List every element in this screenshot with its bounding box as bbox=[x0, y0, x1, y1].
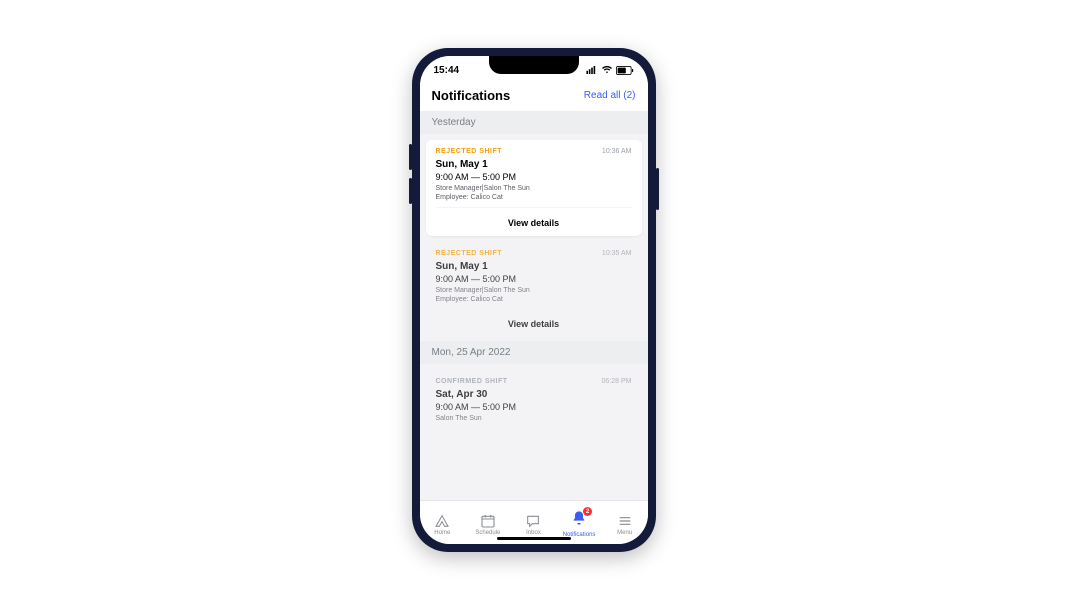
read-all-button[interactable]: Read all (2) bbox=[584, 90, 636, 101]
shift-date: Sun, May 1 bbox=[436, 159, 632, 170]
shift-employee: Employee: Calico Cat bbox=[436, 194, 632, 201]
shift-date: Sun, May 1 bbox=[436, 261, 632, 272]
status-time: 15:44 bbox=[434, 65, 460, 76]
notch bbox=[489, 56, 579, 74]
view-details-button[interactable]: View details bbox=[436, 309, 632, 337]
shift-employee: Employee: Calico Cat bbox=[436, 296, 632, 303]
tab-menu[interactable]: Menu bbox=[602, 513, 648, 536]
shift-role: Salon The Sun bbox=[436, 415, 632, 422]
shift-date: Sat, Apr 30 bbox=[436, 389, 632, 400]
tab-label: Inbox bbox=[526, 530, 541, 536]
shift-role: Store Manager|Salon The Sun bbox=[436, 185, 632, 192]
view-details-button[interactable]: View details bbox=[436, 207, 632, 236]
notification-card[interactable]: REJECTED SHIFT 10:36 AM Sun, May 1 9:00 … bbox=[426, 140, 642, 236]
tab-label: Home bbox=[434, 530, 450, 536]
chat-icon bbox=[524, 513, 542, 529]
home-icon bbox=[433, 513, 451, 529]
section-header: Yesterday bbox=[420, 111, 648, 134]
section-header: Mon, 25 Apr 2022 bbox=[420, 341, 648, 364]
home-indicator[interactable] bbox=[497, 537, 571, 540]
notification-card[interactable]: REJECTED SHIFT 10:35 AM Sun, May 1 9:00 … bbox=[426, 242, 642, 337]
wifi-icon bbox=[601, 66, 613, 74]
tab-schedule[interactable]: Schedule bbox=[465, 513, 511, 536]
notification-time: 06:28 PM bbox=[602, 378, 632, 385]
notification-card[interactable]: CONFIRMED SHIFT 06:28 PM Sat, Apr 30 9:0… bbox=[426, 370, 642, 422]
page-title: Notifications bbox=[432, 88, 511, 103]
cellular-icon bbox=[586, 66, 598, 74]
battery-icon bbox=[616, 66, 634, 75]
phone-screen: 15:44 Notifications Read all (2) Yesterd… bbox=[420, 56, 648, 544]
notification-time: 10:36 AM bbox=[602, 148, 632, 155]
tab-notifications[interactable]: 2 Notifications bbox=[556, 510, 602, 538]
menu-icon bbox=[616, 513, 634, 529]
notifications-list: Yesterday REJECTED SHIFT 10:36 AM Sun, M… bbox=[420, 111, 648, 500]
notification-time: 10:35 AM bbox=[602, 250, 632, 257]
notification-badge: 2 bbox=[583, 507, 592, 516]
tab-home[interactable]: Home bbox=[420, 513, 466, 536]
calendar-icon bbox=[479, 513, 497, 529]
shift-hours: 9:00 AM — 5:00 PM bbox=[436, 274, 632, 284]
status-icons bbox=[586, 66, 634, 75]
tab-label: Schedule bbox=[475, 530, 500, 536]
shift-hours: 9:00 AM — 5:00 PM bbox=[436, 172, 632, 182]
shift-hours: 9:00 AM — 5:00 PM bbox=[436, 402, 632, 412]
tab-inbox[interactable]: Inbox bbox=[511, 513, 557, 536]
shift-role: Store Manager|Salon The Sun bbox=[436, 287, 632, 294]
tab-label: Menu bbox=[617, 530, 632, 536]
phone-frame: 15:44 Notifications Read all (2) Yesterd… bbox=[412, 48, 656, 552]
page-header: Notifications Read all (2) bbox=[420, 84, 648, 111]
